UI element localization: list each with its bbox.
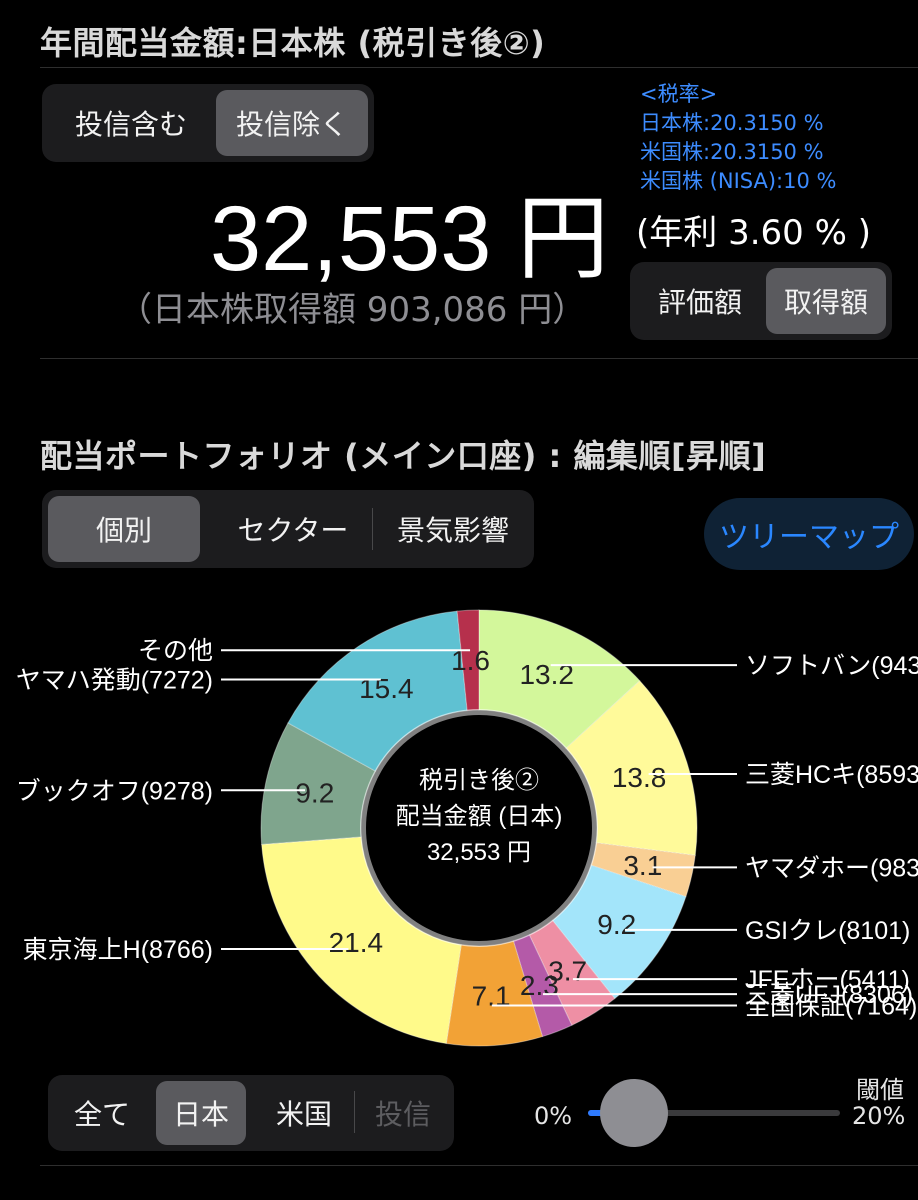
- donut-center-line: 32,553 円: [427, 839, 531, 866]
- region-tabs: 全て 日本 米国 投信: [48, 1075, 454, 1151]
- view-tabs: 個別 セクター 景気影響: [42, 490, 534, 568]
- slice-value-label: 9.2: [597, 909, 636, 940]
- threshold-label: 閾値: [856, 1076, 904, 1104]
- header-divider: [40, 67, 918, 68]
- tax-rate-us: 米国株:20.3150 %: [640, 140, 824, 164]
- tax-rate-info: <税率> 日本株:20.3150 % 米国株:20.3150 % 米国株 (NI…: [640, 80, 836, 196]
- slice-value-label: 7.1: [472, 981, 511, 1012]
- basis-toggle: 評価額 取得額: [630, 262, 892, 340]
- fund-toggle-exclude[interactable]: 投信除く: [216, 90, 368, 156]
- slice-name-label: ブックオフ(9278): [16, 777, 213, 805]
- slice-value-label: 9.2: [295, 777, 334, 808]
- portfolio-title: 配当ポートフォリオ (メイン口座) : 編集順[昇順]: [40, 437, 767, 475]
- tax-rate-jp: 日本株:20.3150 %: [640, 111, 824, 135]
- tax-rate-title: <税率>: [640, 82, 718, 106]
- slice-name-label: ヤマダホー(9831: [745, 854, 918, 882]
- slice-name-label: ヤマハ発動(7272): [16, 667, 213, 695]
- threshold-slider-knob[interactable]: [600, 1079, 668, 1147]
- dividend-amount: 32,553 円: [210, 188, 609, 290]
- tab-all[interactable]: 全て: [54, 1081, 150, 1145]
- donut-center-line: 税引き後②: [419, 767, 539, 794]
- annual-yield: (年利 3.60 % ): [636, 213, 871, 253]
- tab-us[interactable]: 米国: [252, 1081, 356, 1145]
- slice-name-label: 全国保証(7164): [745, 993, 917, 1021]
- slice-name-label: 三菱HCキ(8593): [745, 761, 918, 789]
- threshold-min-label: 0%: [534, 1102, 573, 1130]
- tax-rate-us-nisa: 米国株 (NISA):10 %: [640, 169, 837, 193]
- slice-value-label: 2.3: [520, 970, 559, 1001]
- fund-toggle-include[interactable]: 投信含む: [48, 90, 214, 156]
- slice-value-label: 13.8: [612, 762, 667, 793]
- threshold-max-label: 20%: [852, 1102, 906, 1130]
- tab-divider: [354, 1091, 355, 1133]
- treemap-button[interactable]: ツリーマップ: [704, 498, 914, 570]
- bottom-divider: [40, 1165, 918, 1166]
- acquisition-amount: （日本株取得額 903,086 円）: [118, 290, 587, 330]
- slice-name-label: 東京海上H(8766): [23, 936, 213, 964]
- tab-individual[interactable]: 個別: [48, 496, 200, 562]
- tab-japan[interactable]: 日本: [156, 1081, 246, 1145]
- slice-value-label: 13.2: [519, 659, 574, 690]
- slice-value-label: 21.4: [329, 927, 384, 958]
- basis-toggle-valuation[interactable]: 評価額: [636, 268, 764, 334]
- tab-economic-impact[interactable]: 景気影響: [378, 496, 528, 562]
- fund-toggle: 投信含む 投信除く: [42, 84, 374, 162]
- section-divider: [40, 358, 918, 359]
- slice-value-label: 3.1: [623, 850, 662, 881]
- page-title: 年間配当金額:日本株 (税引き後②): [40, 24, 546, 62]
- dividend-donut-chart: 13.213.83.19.23.72.37.121.49.215.41.6 ソフ…: [16, 609, 918, 1047]
- tab-sector[interactable]: セクター: [218, 496, 368, 562]
- tab-funds: 投信: [374, 1098, 431, 1131]
- basis-toggle-acquisition[interactable]: 取得額: [766, 268, 886, 334]
- slice-name-label: ソフトバン(9434: [745, 652, 918, 680]
- slice-name-label: その他: [138, 637, 213, 665]
- donut-center-line: 配当金額 (日本): [396, 803, 563, 830]
- slice-value-label: 15.4: [359, 673, 414, 704]
- slice-name-label: GSIクレ(8101): [745, 917, 910, 945]
- tab-divider: [372, 508, 373, 550]
